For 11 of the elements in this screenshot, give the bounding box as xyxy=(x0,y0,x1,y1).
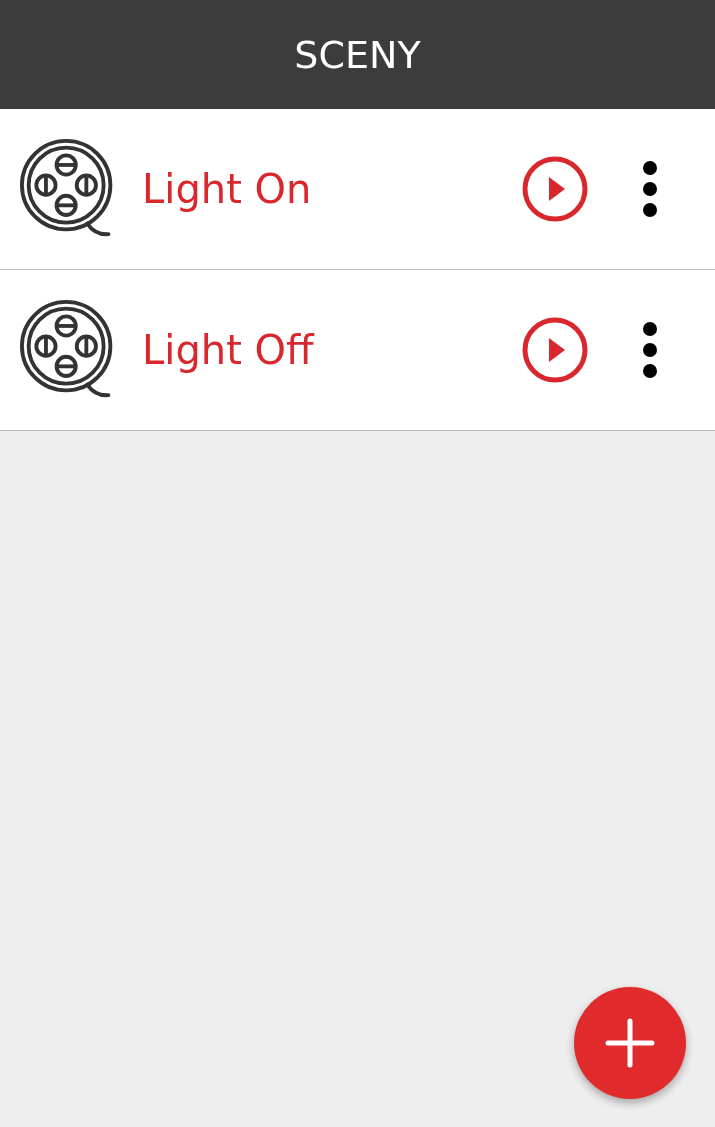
add-button[interactable] xyxy=(574,987,686,1099)
scene-row[interactable]: Light Off xyxy=(0,270,715,431)
more-options-icon[interactable] xyxy=(642,161,658,217)
more-options-icon[interactable] xyxy=(642,322,658,378)
play-icon[interactable] xyxy=(522,156,588,222)
scene-name: Light Off xyxy=(142,327,316,373)
scene-name: Light On xyxy=(142,166,313,212)
play-icon[interactable] xyxy=(522,317,588,383)
header-title: SCENY xyxy=(294,32,421,77)
scene-row[interactable]: Light On xyxy=(0,109,715,270)
plus-icon xyxy=(605,1018,655,1068)
